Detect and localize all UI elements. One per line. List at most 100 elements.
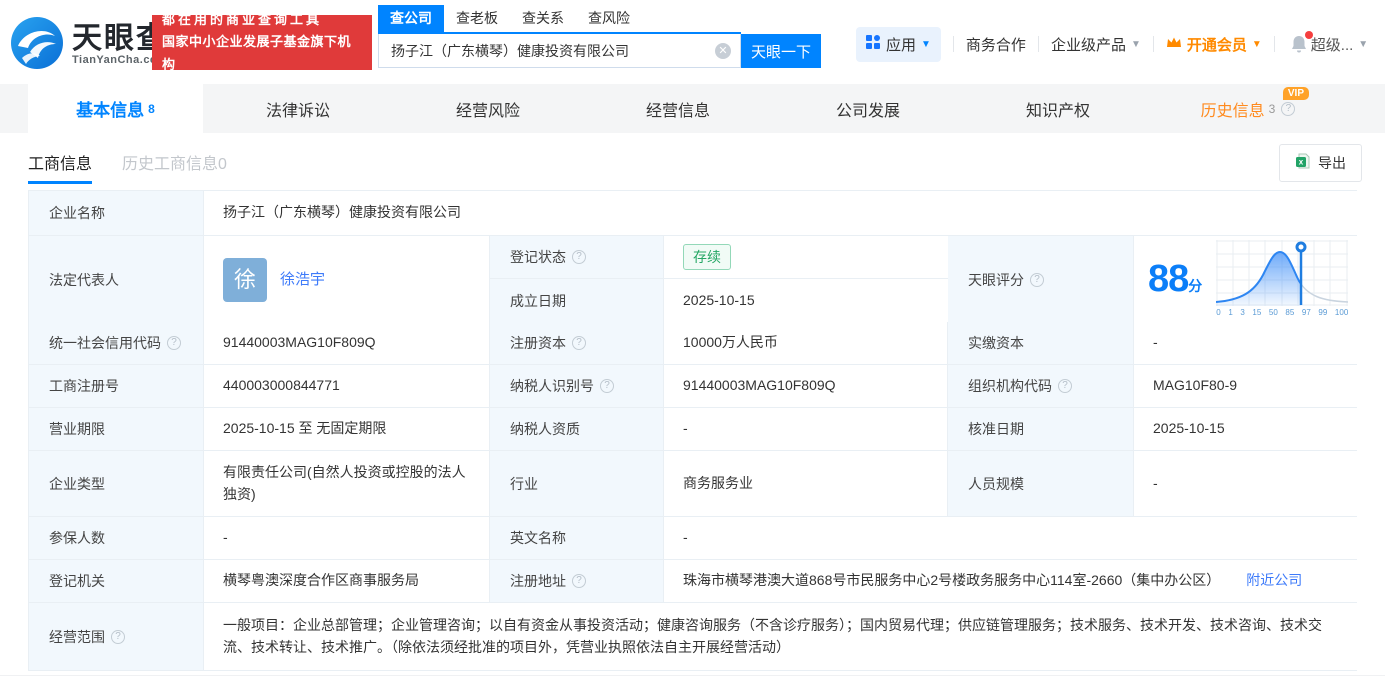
help-icon[interactable]: ? <box>111 630 125 644</box>
taxpayer-id-value: 91440003MAG10F809Q <box>664 365 948 407</box>
axis-tick: 0 <box>1216 307 1220 319</box>
avatar[interactable]: 徐 <box>223 258 267 302</box>
score-cell: 88分 <box>1134 236 1358 323</box>
crown-icon <box>1166 36 1182 53</box>
industry-value: 商务服务业 <box>664 451 948 516</box>
org-code-value: MAG10F80-9 <box>1134 365 1358 407</box>
tab-basic-info-count: 8 <box>148 102 155 116</box>
section-divider <box>0 675 1385 676</box>
staff-size-label: 人员规模 <box>948 451 1134 516</box>
company-type-label: 企业类型 <box>29 451 204 516</box>
tianyancha-logo[interactable]: 天眼查 TianYanCha.com <box>10 16 168 73</box>
chevron-down-icon: ▼ <box>1131 39 1141 50</box>
apps-menu[interactable]: 应用 ▼ <box>856 27 941 62</box>
table-row: 统一社会信用代码 ? 91440003MAG10F809Q 注册资本 ? 100… <box>29 322 1356 365</box>
enterprise-products-menu[interactable]: 企业级产品 ▼ <box>1051 34 1141 55</box>
industry-label: 行业 <box>490 451 664 516</box>
credit-code-label-text: 统一社会信用代码 <box>49 333 161 353</box>
establish-date-label: 成立日期 <box>490 279 664 322</box>
tianyancha-company-page: 天眼查 TianYanCha.com 都在用的商业查询工具 国家中小企业发展子基… <box>0 0 1385 684</box>
search-tabs: 查公司 查老板 查关系 查风险 <box>378 8 741 34</box>
enterprise-products-label: 企业级产品 <box>1051 34 1126 55</box>
help-icon[interactable]: ? <box>572 336 586 350</box>
legal-rep-link[interactable]: 徐浩宇 <box>280 268 325 291</box>
tab-intellectual-property[interactable]: 知识产权 <box>963 84 1153 133</box>
promo-banner-line2: 国家中小企业发展子基金旗下机构 <box>162 31 362 75</box>
business-cooperation-link[interactable]: 商务合作 <box>966 34 1026 55</box>
tab-company-development[interactable]: 公司发展 <box>773 84 963 133</box>
search-tab-company[interactable]: 查公司 <box>378 5 444 32</box>
notifications-bell[interactable] <box>1289 34 1309 55</box>
search-tab-relation[interactable]: 查关系 <box>510 5 576 32</box>
help-icon[interactable]: ? <box>572 574 586 588</box>
vip-label: 开通会员 <box>1187 34 1247 55</box>
nav-separator <box>953 36 954 52</box>
axis-tick: 97 <box>1302 307 1311 319</box>
nav-separator <box>1153 36 1154 52</box>
reg-capital-value: 10000万人民币 <box>664 322 948 364</box>
chevron-down-icon: ▼ <box>1358 39 1368 50</box>
credit-code-label: 统一社会信用代码 ? <box>29 322 204 364</box>
help-icon[interactable]: ? <box>600 379 614 393</box>
logo-eye-icon <box>10 16 64 73</box>
reg-address-cell: 珠海市横琴港澳大道868号市民服务中心2号楼政务服务中心114室-2660（集中… <box>664 560 1358 602</box>
business-term-label: 营业期限 <box>29 408 204 450</box>
search-tab-risk[interactable]: 查风险 <box>576 5 642 32</box>
status-badge: 存续 <box>683 244 731 270</box>
table-row: 工商注册号 440003000844771 纳税人识别号 ? 91440003M… <box>29 365 1356 408</box>
tab-basic-info[interactable]: 基本信息 8 <box>28 84 203 133</box>
super-vip-menu[interactable]: 超级... ▼ <box>1311 34 1368 55</box>
paid-capital-label: 实缴资本 <box>948 322 1134 364</box>
taxpayer-id-label: 纳税人识别号 ? <box>490 365 664 407</box>
table-row: 登记状态 ? 存续 <box>490 236 947 279</box>
chevron-down-icon: ▼ <box>1252 39 1262 50</box>
promo-banner: 都在用的商业查询工具 国家中小企业发展子基金旗下机构 <box>152 15 372 70</box>
table-row: 营业期限 2025-10-15 至 无固定期限 纳税人资质 - 核准日期 202… <box>29 408 1356 451</box>
tab-business-info[interactable]: 经营信息 <box>583 84 773 133</box>
tab-legal-litigation[interactable]: 法律诉讼 <box>203 84 393 133</box>
taxpayer-quality-label: 纳税人资质 <box>490 408 664 450</box>
reg-authority-label: 登记机关 <box>29 560 204 602</box>
score-axis-labels: 0 1 3 15 50 85 97 99 100 <box>1216 307 1348 319</box>
paid-capital-value: - <box>1134 322 1358 364</box>
company-type-value: 有限责任公司(自然人投资或控股的法人独资) <box>204 451 490 516</box>
subtab-business-registration[interactable]: 工商信息 <box>28 133 92 190</box>
top-nav: 应用 ▼ 商务合作 企业级产品 ▼ 开通会员 ▼ <box>856 26 1368 62</box>
axis-tick: 99 <box>1318 307 1327 319</box>
apps-label: 应用 <box>886 34 916 55</box>
tab-history-info[interactable]: 历史信息 3 ? VIP <box>1153 84 1343 133</box>
taxpayer-id-label-text: 纳税人识别号 <box>510 376 594 396</box>
tab-business-risk[interactable]: 经营风险 <box>393 84 583 133</box>
status-date-subtable: 登记状态 ? 存续 成立日期 2025-10-15 <box>490 236 948 323</box>
table-row: 企业名称 扬子江（广东横琴）健康投资有限公司 <box>29 191 1356 236</box>
company-info-table: 企业名称 扬子江（广东横琴）健康投资有限公司 法定代表人 徐 徐浩宇 登记状态 … <box>28 190 1357 671</box>
help-icon[interactable]: ? <box>1058 379 1072 393</box>
excel-icon: x <box>1295 153 1311 173</box>
reg-address-label-text: 注册地址 <box>510 571 566 591</box>
subtab-history-registration[interactable]: 历史工商信息0 <box>122 133 227 190</box>
score-label: 天眼评分 ? <box>948 236 1134 323</box>
company-name-label: 企业名称 <box>29 191 204 235</box>
help-icon[interactable]: ? <box>167 336 181 350</box>
business-scope-value: 一般项目：企业总部管理；企业管理咨询；以自有资金从事投资活动；健康咨询服务（不含… <box>204 603 1358 670</box>
nav-separator <box>1274 36 1275 52</box>
table-row: 参保人数 - 英文名称 - <box>29 517 1356 560</box>
help-icon[interactable]: ? <box>1030 273 1044 287</box>
english-name-value: - <box>664 517 1358 559</box>
search-button[interactable]: 天眼一下 <box>741 34 821 68</box>
nearby-companies-link[interactable]: 附近公司 <box>1246 570 1302 592</box>
help-icon[interactable]: ? <box>572 250 586 264</box>
org-code-label: 组织机构代码 ? <box>948 365 1134 407</box>
tab-history-info-label: 历史信息 <box>1201 97 1265 121</box>
vip-menu[interactable]: 开通会员 ▼ <box>1166 34 1262 55</box>
export-button[interactable]: x 导出 <box>1279 144 1362 182</box>
clear-search-icon[interactable]: ✕ <box>715 43 731 59</box>
tab-basic-info-label: 基本信息 <box>76 96 144 121</box>
search-input[interactable] <box>379 34 740 67</box>
score-value: 88分 <box>1148 250 1202 309</box>
search-tab-boss[interactable]: 查老板 <box>444 5 510 32</box>
approval-date-value: 2025-10-15 <box>1134 408 1358 450</box>
help-icon[interactable]: ? <box>1281 102 1295 116</box>
company-name-value: 扬子江（广东横琴）健康投资有限公司 <box>204 191 1358 235</box>
establish-date-value: 2025-10-15 <box>664 279 948 322</box>
